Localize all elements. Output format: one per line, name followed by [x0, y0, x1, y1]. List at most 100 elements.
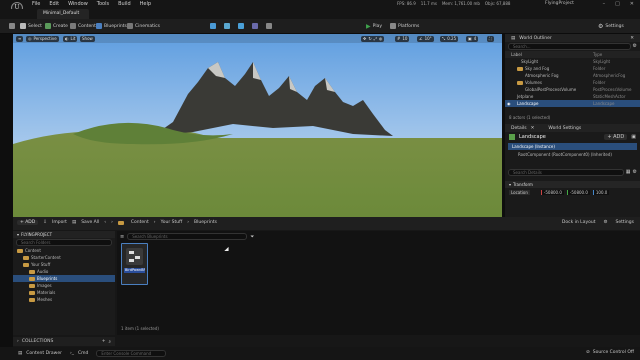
- breadcrumb-separator-icon: ›: [187, 220, 190, 225]
- rotation-snap[interactable]: ∠ 10°: [417, 36, 434, 42]
- platforms-button[interactable]: Platforms: [390, 23, 419, 29]
- menu-help[interactable]: Help: [140, 1, 151, 7]
- details-search-input[interactable]: Search Details: [508, 169, 624, 176]
- outliner-row[interactable]: Atmospheric Fog AtmosphericFog: [505, 72, 640, 79]
- close-icon[interactable]: ✕: [630, 1, 634, 7]
- menu-tools[interactable]: Tools: [97, 1, 109, 7]
- component-instance-row[interactable]: Landscape (Instance): [508, 143, 637, 150]
- content-button[interactable]: Content: [70, 23, 96, 29]
- folder-tree-item[interactable]: StarterContent: [13, 254, 115, 261]
- collections-header[interactable]: › COLLECTIONS + ⌕: [13, 337, 115, 346]
- folder-tree-item[interactable]: Content: [13, 247, 115, 254]
- forward-icon[interactable]: ›: [111, 220, 113, 225]
- breadcrumb-your-stuff[interactable]: Your Stuff: [161, 220, 183, 225]
- play-button[interactable]: ▶ Play: [366, 23, 382, 30]
- asset-name[interactable]: BirdPawnBP: [124, 268, 145, 273]
- menu-window[interactable]: Window: [68, 1, 88, 7]
- filter-toggle-icon[interactable]: ≡: [120, 234, 124, 240]
- cinematics-button[interactable]: Cinematics: [127, 23, 160, 29]
- folder-tree-item[interactable]: Materials: [13, 289, 115, 296]
- details-settings-icon[interactable]: ⚙: [633, 169, 637, 176]
- cb-add-button[interactable]: + ADD: [17, 220, 39, 225]
- folder-tree-item[interactable]: Your Stuff: [13, 261, 115, 268]
- outliner-row-selected[interactable]: ◉ Landscape Landscape: [505, 100, 640, 107]
- add-collection-icon[interactable]: +: [102, 339, 106, 344]
- details-tab-close-icon[interactable]: ✕: [531, 126, 535, 131]
- outliner-col-type[interactable]: Type: [593, 52, 602, 57]
- details-add-button[interactable]: + ADD: [604, 134, 628, 140]
- asset-search-input[interactable]: Search Blueprints: [127, 233, 248, 240]
- grid-snap[interactable]: #10: [395, 36, 410, 42]
- content-drawer-button[interactable]: Content Drawer: [26, 351, 62, 356]
- build-icon[interactable]: [210, 23, 216, 29]
- maximize-icon[interactable]: □: [615, 1, 620, 7]
- location-label[interactable]: Location: [509, 189, 530, 195]
- create-button[interactable]: Create: [45, 23, 68, 29]
- marketplace-icon[interactable]: [252, 23, 258, 29]
- outliner-row[interactable]: SkyLight SkyLight: [505, 58, 640, 65]
- level-viewport[interactable]: ≡ ◎ Perspective ◐ Lit Show ✥ ↻ ⤢ ◍ #10 ∠ 10° ⤡…: [13, 34, 502, 217]
- rotate-icon[interactable]: ↻: [368, 36, 371, 42]
- cmd-button[interactable]: Cmd: [78, 351, 88, 356]
- move-icon[interactable]: ✥: [363, 36, 366, 42]
- breadcrumb-content[interactable]: Content: [131, 220, 149, 225]
- outliner-row[interactable]: GlobalPostProcessVolume PostProcessVolume: [505, 86, 640, 93]
- compile-icon[interactable]: [224, 23, 230, 29]
- folder-tree-item-selected[interactable]: Blueprints: [13, 275, 115, 282]
- outliner-row[interactable]: Volumes Folder: [505, 79, 640, 86]
- console-input[interactable]: Enter Console Command: [96, 350, 167, 357]
- blueprints-button[interactable]: Blueprints: [96, 23, 127, 29]
- asset-tile[interactable]: BirdPawnBP: [121, 243, 148, 285]
- folder-tree-item[interactable]: Audio: [13, 268, 115, 275]
- settings-button[interactable]: ⚙ Settings: [598, 23, 624, 30]
- cb-import-button[interactable]: Import: [52, 220, 67, 225]
- camera-speed[interactable]: ▣ 4: [466, 36, 479, 42]
- tab-world-settings[interactable]: World Settings: [548, 126, 581, 131]
- filter-icon[interactable]: ⏷: [250, 234, 254, 240]
- back-icon[interactable]: ‹: [104, 220, 106, 225]
- outliner-title[interactable]: World Outliner: [519, 36, 551, 41]
- select-mode-button[interactable]: Select: [20, 23, 42, 29]
- project-root-header[interactable]: ▾ FLYINGPROJECT: [13, 231, 115, 238]
- location-z-input[interactable]: 100.0: [592, 189, 610, 195]
- scale-snap[interactable]: ⤡ 0.25: [440, 36, 459, 42]
- menu-edit[interactable]: Edit: [49, 1, 59, 7]
- outliner-col-label[interactable]: Label: [511, 52, 522, 57]
- maximize-viewport-button[interactable]: ⛶: [487, 36, 494, 42]
- outliner-row[interactable]: Sky and Fog Folder: [505, 65, 640, 72]
- source-icon[interactable]: [238, 23, 244, 29]
- scale-icon[interactable]: ⤢: [374, 36, 377, 42]
- cb-save-all-button[interactable]: Save All: [81, 220, 99, 225]
- cb-dock-button[interactable]: Dock in Layout: [562, 220, 596, 225]
- root-component-row[interactable]: RootComponent (RootComponent0) (Inherite…: [508, 151, 637, 158]
- outliner-search-input[interactable]: Search...: [508, 43, 631, 50]
- save-button[interactable]: [9, 23, 15, 29]
- menu-file[interactable]: File: [32, 1, 40, 7]
- show-button[interactable]: Show: [80, 36, 95, 42]
- level-tab[interactable]: Minimal_Default: [37, 9, 89, 19]
- details-view-icon[interactable]: ▦: [626, 169, 631, 176]
- minimize-icon[interactable]: –: [603, 1, 606, 7]
- folder-tree-item[interactable]: Images: [13, 282, 115, 289]
- modes-icon[interactable]: [266, 23, 272, 29]
- viewport-menu-button[interactable]: ≡: [16, 36, 24, 42]
- outliner-close-icon[interactable]: ✕: [630, 36, 634, 41]
- tab-details[interactable]: Details: [511, 126, 527, 131]
- details-lock-icon[interactable]: ▣: [631, 134, 636, 140]
- outliner-settings-icon[interactable]: ⚙: [633, 43, 637, 50]
- location-y-input[interactable]: -50800.0: [566, 189, 590, 195]
- outliner-row[interactable]: Jetplane StaticMeshActor: [505, 93, 640, 100]
- world-icon[interactable]: ◍: [379, 36, 383, 42]
- menu-build[interactable]: Build: [118, 1, 131, 7]
- lit-button[interactable]: ◐ Lit: [63, 36, 78, 42]
- transform-section-header[interactable]: ▾ Transform: [505, 181, 640, 188]
- perspective-button[interactable]: ◎ Perspective: [26, 36, 59, 42]
- source-control[interactable]: ⊘ Source Control Off: [586, 350, 634, 355]
- search-icon[interactable]: ⌕: [108, 339, 111, 345]
- folder-tree-item[interactable]: Meshes: [13, 296, 115, 303]
- location-x-input[interactable]: -50800.0: [540, 189, 564, 195]
- eye-icon[interactable]: ◉: [507, 101, 511, 106]
- cb-settings-button[interactable]: Settings: [616, 220, 634, 225]
- breadcrumb-blueprints[interactable]: Blueprints: [194, 220, 217, 225]
- folder-search-input[interactable]: Search Folders: [16, 239, 112, 246]
